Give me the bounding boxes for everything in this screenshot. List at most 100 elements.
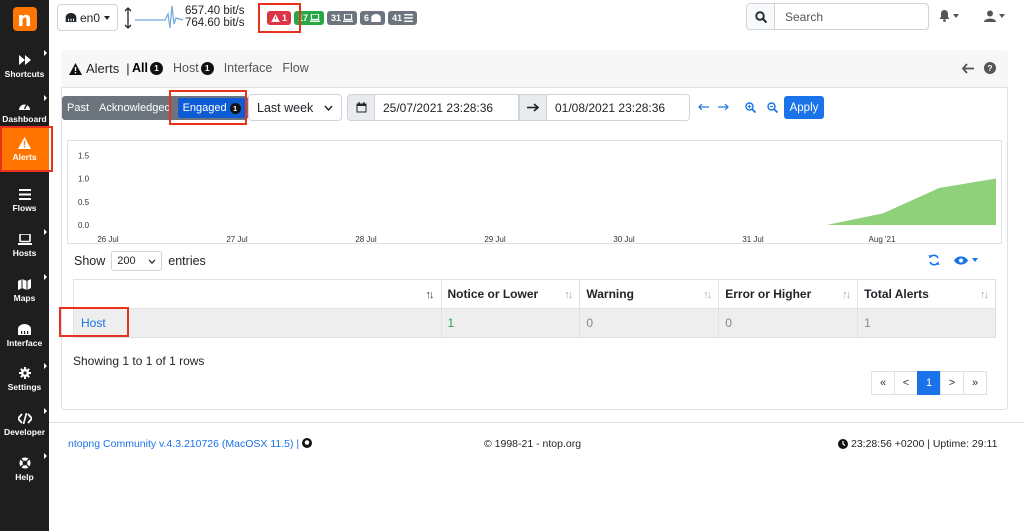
time-range-value: Last week xyxy=(257,100,314,115)
version-link[interactable]: ntopng Community v.4.3.210726 (MacOSX 11… xyxy=(68,438,299,450)
sidebar-item-label: Flows xyxy=(12,203,37,213)
local-hosts-badge[interactable]: 17 xyxy=(294,11,325,25)
sidebar-item-label: Alerts xyxy=(12,152,37,162)
table-header-row: ↑↓ Notice or Lower ↑↓ Warning ↑↓ Error or … xyxy=(73,279,996,309)
tab-interface[interactable]: Interface xyxy=(224,61,273,75)
column-header-notice[interactable]: Notice or Lower ↑↓ xyxy=(440,279,581,309)
arrow-left-icon[interactable] xyxy=(962,62,974,74)
page-prev-button[interactable]: < xyxy=(894,371,918,395)
notifications-button[interactable] xyxy=(939,10,959,22)
zoom-out-icon[interactable] xyxy=(767,102,778,113)
laptop-icon xyxy=(343,14,354,22)
ntopng-logo[interactable]: n xyxy=(0,0,49,38)
chevron-down-icon xyxy=(104,15,111,20)
cell-error: 0 xyxy=(718,308,859,338)
up-down-arrow-icon xyxy=(124,7,132,29)
gauge-icon xyxy=(18,98,32,112)
refresh-icon[interactable] xyxy=(928,254,940,266)
expand-caret-icon xyxy=(44,50,47,56)
page-last-button[interactable]: » xyxy=(963,371,987,395)
column-header-error[interactable]: Error or Higher ↑↓ xyxy=(718,279,859,309)
app-root: n Shortcuts Dashboard Alerts Flows Hosts… xyxy=(0,0,1024,531)
footer-version[interactable]: ntopng Community v.4.3.210726 (MacOSX 11… xyxy=(68,438,313,450)
sidebar-item-label: Shortcuts xyxy=(4,69,45,79)
entries-select[interactable]: 200 xyxy=(111,251,163,271)
warning-icon xyxy=(271,14,280,22)
date-to-input[interactable]: 01/08/2021 23:28:36 xyxy=(547,94,690,121)
sidebar-item-developer[interactable]: Developer xyxy=(0,402,49,446)
arrow-right-icon[interactable] xyxy=(718,103,729,111)
help-icon[interactable]: ? xyxy=(984,62,996,74)
sidebar-item-flows[interactable]: Flows xyxy=(0,178,49,222)
hosts-count: 31 xyxy=(331,13,342,23)
sidebar-item-dashboard[interactable]: Dashboard xyxy=(0,89,49,133)
date-range-group: 25/07/2021 23:28:36 01/08/2021 23:28:36 xyxy=(347,94,690,121)
throughput-sparkline xyxy=(135,5,183,29)
date-from-input[interactable]: 25/07/2021 23:28:36 xyxy=(375,94,519,121)
sidebar-item-shortcuts[interactable]: Shortcuts xyxy=(0,44,49,88)
fast-forward-icon xyxy=(18,53,32,67)
series-area xyxy=(92,178,996,225)
zoom-in-icon[interactable] xyxy=(745,102,756,113)
column-header-warning[interactable]: Warning ↑↓ xyxy=(579,279,720,309)
alerts-title: Alerts | xyxy=(69,61,130,76)
sidebar: n Shortcuts Dashboard Alerts Flows Hosts… xyxy=(0,0,53,531)
flows-badge[interactable]: 41 xyxy=(388,11,418,25)
expand-caret-icon xyxy=(44,274,47,280)
apply-button[interactable]: Apply xyxy=(784,96,824,119)
x-tick-label: 26 Jul xyxy=(97,235,119,244)
filter-acknowledged-button[interactable]: Acknowledged xyxy=(94,96,176,120)
sidebar-item-label: Settings xyxy=(7,382,42,392)
devices-badge[interactable]: 6 xyxy=(360,11,386,25)
stream-icon xyxy=(18,187,32,201)
x-tick-label: 28 Jul xyxy=(355,235,377,244)
sidebar-item-maps[interactable]: Maps xyxy=(0,268,49,312)
github-icon[interactable] xyxy=(302,438,313,448)
y-tick-label: 1.5 xyxy=(78,151,90,160)
alerts-card-header: Alerts | All 1 Host 1 Interface Flow ? xyxy=(61,50,1008,88)
search-input[interactable] xyxy=(775,3,929,30)
page-first-button[interactable]: « xyxy=(871,371,895,395)
tab-host[interactable]: Host 1 xyxy=(173,61,214,75)
entries-value: 200 xyxy=(117,255,136,267)
arrow-left-icon[interactable] xyxy=(698,103,709,111)
sidebar-item-hosts[interactable]: Hosts xyxy=(0,223,49,267)
ethernet-icon xyxy=(18,322,32,336)
host-link[interactable]: Host xyxy=(81,316,106,330)
column-header-entity[interactable]: ↑↓ xyxy=(73,279,442,309)
chevron-down-icon xyxy=(972,258,978,262)
chevron-down-icon xyxy=(999,14,1005,18)
search-button[interactable] xyxy=(746,3,775,30)
date-arrow-addon xyxy=(519,94,547,121)
column-header-total[interactable]: Total Alerts ↑↓ xyxy=(857,279,996,309)
sidebar-item-help[interactable]: Help xyxy=(0,447,49,491)
stream-icon xyxy=(404,14,413,22)
filter-past-button[interactable]: Past xyxy=(62,96,94,120)
x-tick-label: 30 Jul xyxy=(613,235,635,244)
sidebar-item-settings[interactable]: Settings xyxy=(0,357,49,401)
sidebar-item-alerts[interactable]: Alerts xyxy=(0,128,49,170)
logo-mark: n xyxy=(12,7,37,31)
interface-name: en0 xyxy=(79,10,101,25)
page-next-button[interactable]: > xyxy=(940,371,964,395)
time-range-select[interactable]: Last week xyxy=(248,94,342,121)
expand-caret-icon xyxy=(44,95,47,101)
sort-icon: ↑↓ xyxy=(425,289,435,301)
sort-icon: ↑↓ xyxy=(703,289,712,301)
column-visibility-button[interactable] xyxy=(954,255,978,265)
sidebar-item-interface[interactable]: Interface xyxy=(0,313,49,357)
user-menu-button[interactable] xyxy=(984,10,1005,22)
tab-all[interactable]: All 1 xyxy=(132,61,163,75)
interface-selector[interactable]: en0 xyxy=(57,4,118,31)
page-1-button[interactable]: 1 xyxy=(917,371,941,395)
expand-caret-icon xyxy=(44,453,47,459)
local-hosts-count: 17 xyxy=(298,13,309,23)
svg-text:?: ? xyxy=(987,63,992,73)
tab-count-badge: 1 xyxy=(149,61,163,75)
hosts-badge[interactable]: 31 xyxy=(327,11,358,25)
x-tick-label: 31 Jul xyxy=(742,235,764,244)
header-actions: ? xyxy=(962,62,996,74)
filter-engaged-button[interactable]: Engaged 1 xyxy=(177,98,246,118)
tab-flow[interactable]: Flow xyxy=(282,61,308,75)
alerts-badge[interactable]: 1 xyxy=(267,11,292,25)
